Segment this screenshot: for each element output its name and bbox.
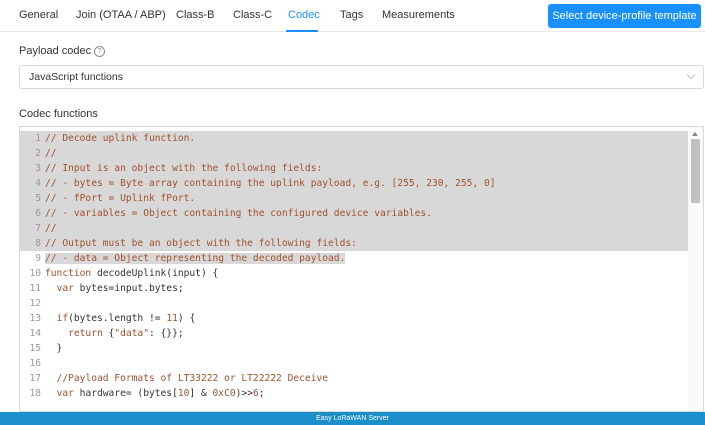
line-number: 10 xyxy=(29,268,41,279)
line-number: 3 xyxy=(35,163,41,174)
footer-bar: Easy LoRaWAN Server xyxy=(0,412,705,425)
code-line: 6 // - variables = Object containing the … xyxy=(20,206,688,221)
code-text: // - bytes = Byte array containing the u… xyxy=(45,178,496,189)
code-line: 8 // Output must be an object with the fo… xyxy=(20,236,688,251)
line-number: 2 xyxy=(35,148,41,159)
code-text: //Payload Formats of LT33222 or LT22222 … xyxy=(45,373,329,384)
code-text: if(bytes.length != 11) { xyxy=(56,313,196,324)
tab-class-c[interactable]: Class-C xyxy=(233,9,272,21)
code-line: 14 return {"data": {}}; xyxy=(20,326,688,341)
code-line: 13 if(bytes.length != 11) { xyxy=(20,311,688,326)
scrollbar-thumb[interactable] xyxy=(691,139,700,203)
tab-class-b[interactable]: Class-B xyxy=(176,9,215,21)
codec-functions-label: Codec functions xyxy=(19,108,98,120)
code-text: } xyxy=(45,343,63,354)
payload-codec-select[interactable]: JavaScript functions xyxy=(19,65,704,89)
line-number: 18 xyxy=(29,388,41,399)
code-text: function decodeUplink(input) { xyxy=(45,268,219,279)
line-number: 7 xyxy=(35,223,41,234)
line-number: 6 xyxy=(35,208,41,219)
line-number: 11 xyxy=(29,283,41,294)
code-text: // Input is an object with the following… xyxy=(45,163,323,174)
line-number: 8 xyxy=(35,238,41,249)
code-line: 3 // Input is an object with the followin… xyxy=(20,161,688,176)
code-text: // xyxy=(45,223,57,234)
line-number: 12 xyxy=(29,298,41,309)
line-number: 1 xyxy=(35,133,41,144)
code-line: 10 function decodeUplink(input) { xyxy=(20,266,688,281)
code-line: 5 // - fPort = Uplink fPort. xyxy=(20,191,688,206)
question-circle-icon[interactable]: ? xyxy=(94,46,106,57)
payload-codec-label-text: Payload codec xyxy=(19,45,92,57)
line-number: 4 xyxy=(35,178,41,189)
code-line: 15 } xyxy=(20,341,688,356)
line-number: 9 xyxy=(35,253,41,264)
select-device-profile-template-button[interactable]: Select device-profile template xyxy=(548,4,701,28)
active-tab-indicator xyxy=(286,30,318,32)
code-line: 12 xyxy=(20,296,688,311)
scroll-up-icon[interactable] xyxy=(692,132,698,136)
code-text: // Decode uplink function. xyxy=(45,133,196,144)
code-line: 2 // xyxy=(20,146,688,161)
code-line: 18 var hardware= (bytes[10] & 0xC0)>>6; xyxy=(20,386,688,401)
line-number: 14 xyxy=(29,328,41,339)
line-number: 13 xyxy=(29,313,41,324)
code-line: 7 // xyxy=(20,221,688,236)
code-line: 16 xyxy=(20,356,688,371)
line-number: 5 xyxy=(35,193,41,204)
code-text: var bytes=input.bytes; xyxy=(56,283,184,294)
line-number: 15 xyxy=(29,343,41,354)
payload-codec-label: Payload codec? xyxy=(19,45,106,57)
payload-codec-selected-value: JavaScript functions xyxy=(29,71,123,83)
code-text: return {"data": {}}; xyxy=(68,328,184,339)
code-line: 9 // - data = Object representing the dec… xyxy=(20,251,688,266)
tab-general[interactable]: General xyxy=(19,9,58,21)
code-line: 4 // - bytes = Byte array containing the … xyxy=(20,176,688,191)
code-text: // Output must be an object with the fol… xyxy=(45,238,357,249)
code-line: 11 var bytes=input.bytes; xyxy=(20,281,688,296)
tab-bar: General Join (OTAA / ABP) Class-B Class-… xyxy=(0,0,705,32)
editor-scrollbar[interactable] xyxy=(688,127,703,411)
line-number: 17 xyxy=(29,373,41,384)
code-editor[interactable]: 1 // Decode uplink function. 2 // 3 // Input … xyxy=(19,126,704,412)
code-line: 17 //Payload Formats of LT33222 or LT222… xyxy=(20,371,688,386)
tab-measurements[interactable]: Measurements xyxy=(382,9,455,21)
code-line: 1 // Decode uplink function. xyxy=(20,131,688,146)
code-text: // xyxy=(45,148,57,159)
code-text: var hardware= (bytes[10] & 0xC0)>>6; xyxy=(56,388,265,399)
chevron-down-icon xyxy=(686,70,696,80)
code-text: // - fPort = Uplink fPort. xyxy=(45,193,196,204)
code-text: // - variables = Object containing the c… xyxy=(45,208,432,219)
tab-tags[interactable]: Tags xyxy=(340,9,363,21)
code-text: // - data = Object representing the deco… xyxy=(45,253,346,264)
line-number: 16 xyxy=(29,358,41,369)
tab-join[interactable]: Join (OTAA / ABP) xyxy=(76,9,166,21)
tab-codec[interactable]: Codec xyxy=(288,9,320,21)
